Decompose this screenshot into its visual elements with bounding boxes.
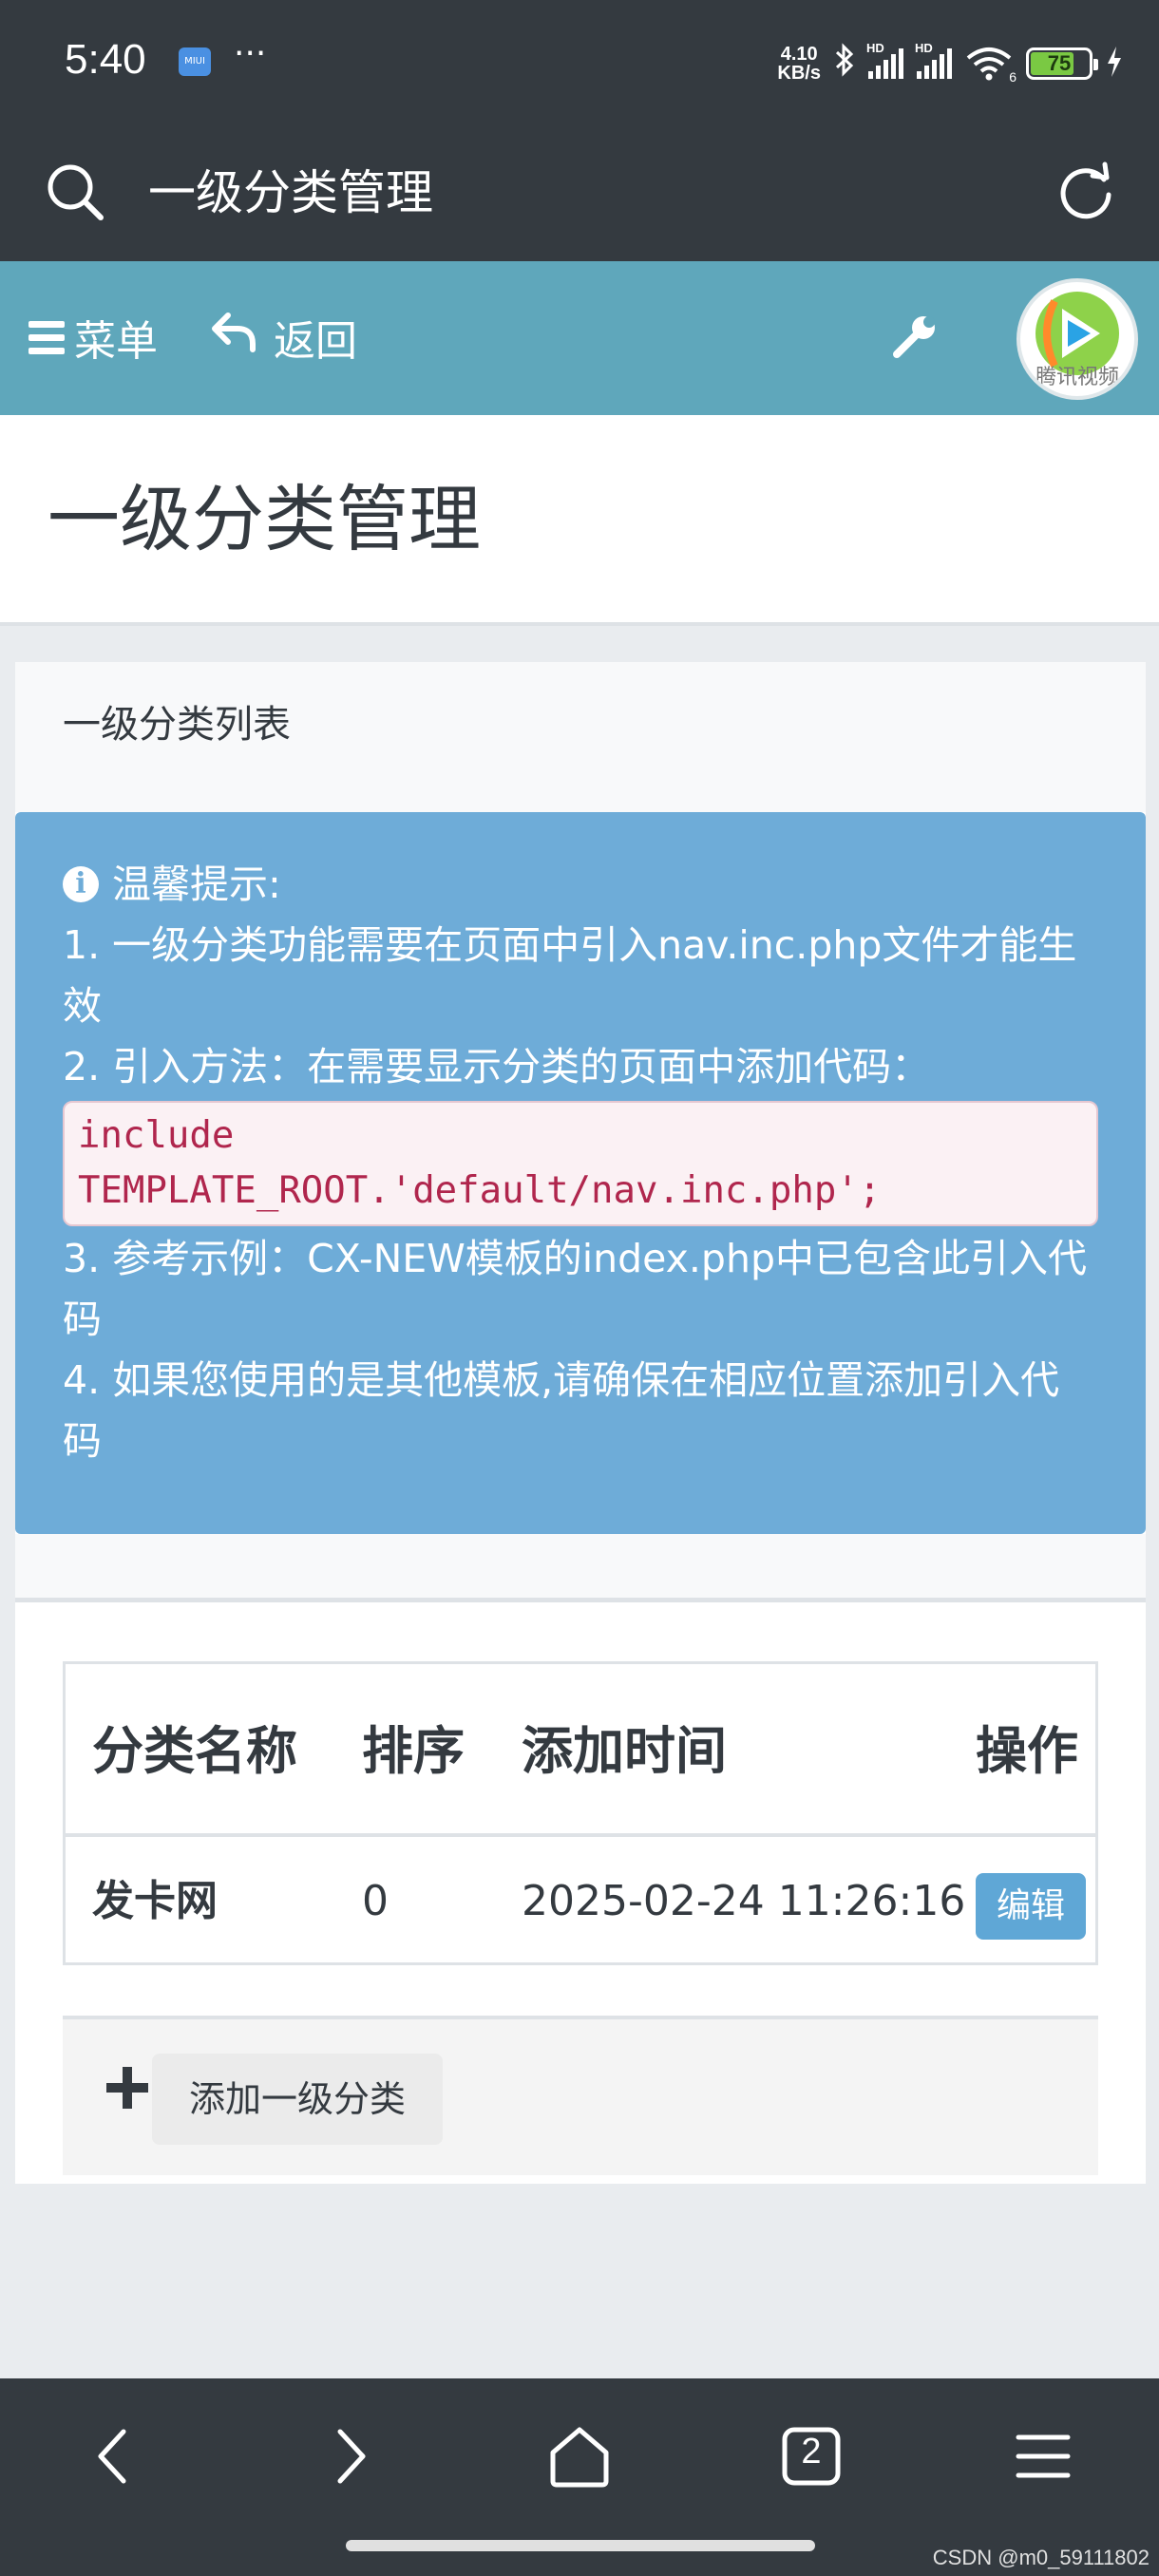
- tabs-icon[interactable]: 2: [775, 2420, 847, 2492]
- search-icon[interactable]: [44, 161, 106, 223]
- cell-add-time: 2025-02-24 11:26:16: [522, 1877, 966, 1925]
- page-header: 一级分类管理: [0, 415, 1159, 626]
- plus-icon: [106, 2067, 148, 2109]
- tip-line-3: 3. 参考示例：CX-NEW模板的index.php中已包含此引入代码: [63, 1236, 1087, 1342]
- reload-icon[interactable]: [1054, 161, 1117, 223]
- back-button[interactable]: 返回: [211, 307, 357, 368]
- info-icon: i: [63, 866, 99, 902]
- cell-sort: 0: [362, 1877, 389, 1925]
- more-notifications-icon: ···: [234, 34, 267, 73]
- charging-icon: [1106, 46, 1123, 83]
- column-header-action: 操作: [976, 1721, 1078, 1781]
- battery-icon: 75: [1026, 47, 1098, 80]
- bluetooth-icon: [834, 43, 855, 85]
- home-icon[interactable]: [543, 2420, 616, 2492]
- table-row: 发卡网 0 2025-02-24 11:26:16 编辑: [66, 1841, 1095, 1962]
- chevron-left-icon[interactable]: [80, 2420, 152, 2492]
- tab-count: 2: [801, 2432, 822, 2472]
- cell-category-name: 发卡网: [92, 1877, 218, 1925]
- battery-percentage: 75: [1047, 51, 1072, 75]
- reply-arrow-icon: [211, 312, 256, 364]
- browser-address-bar: 一级分类管理: [0, 128, 1159, 261]
- back-label: 返回: [274, 317, 357, 366]
- watermark: CSDN @m0_59111802: [932, 2546, 1150, 2569]
- column-header-name: 分类名称: [92, 1721, 297, 1781]
- column-header-sort: 排序: [362, 1721, 465, 1781]
- miui-notification-icon: MIUI: [179, 47, 211, 76]
- menu-icon[interactable]: [1007, 2420, 1079, 2492]
- tip-title: 温馨提示:: [112, 862, 281, 907]
- table-header: 分类名称 排序 添加时间 操作: [66, 1664, 1095, 1837]
- card-footer: 添加一级分类: [63, 2016, 1098, 2175]
- avatar[interactable]: 腾讯视频: [1016, 278, 1138, 400]
- status-time: 5:40: [65, 36, 146, 83]
- signal-sim1-icon: HD: [866, 41, 903, 79]
- category-table: 分类名称 排序 添加时间 操作 发卡网 0 2025-02-24 11:26:1…: [63, 1661, 1098, 1965]
- page-title: 一级分类管理: [48, 477, 481, 561]
- network-speed: 4.10 KB/s: [777, 44, 821, 84]
- column-header-time: 添加时间: [522, 1721, 727, 1781]
- browser-bottom-toolbar: 2 CSDN @m0_59111802: [0, 2378, 1159, 2576]
- chevron-right-icon[interactable]: [312, 2420, 384, 2492]
- menu-button[interactable]: 菜单: [28, 307, 158, 368]
- status-bar: 5:40 MIUI ··· 4.10 KB/s HD HD 6 75: [0, 0, 1159, 128]
- status-indicators: 4.10 KB/s HD HD 6 75: [777, 40, 1123, 87]
- tip-line-2: 2. 引入方法：在需要显示分类的页面中添加代码：: [63, 1044, 931, 1089]
- wrench-icon[interactable]: [891, 311, 940, 360]
- category-card: 一级分类列表 i 温馨提示: 1. 一级分类功能需要在页面中引入nav.inc.…: [15, 662, 1146, 2184]
- add-category-button[interactable]: 添加一级分类: [152, 2054, 443, 2145]
- edit-button[interactable]: 编辑: [976, 1873, 1086, 1940]
- code-snippet: include TEMPLATE_ROOT.'default/nav.inc.p…: [63, 1101, 1098, 1226]
- hamburger-icon: [28, 320, 65, 354]
- tip-alert: i 温馨提示: 1. 一级分类功能需要在页面中引入nav.inc.php文件才能…: [15, 812, 1146, 1534]
- browser-page-title[interactable]: 一级分类管理: [148, 159, 433, 227]
- tip-line-1: 1. 一级分类功能需要在页面中引入nav.inc.php文件才能生效: [63, 922, 1077, 1029]
- card-title: 一级分类列表: [63, 703, 291, 747]
- menu-label: 菜单: [74, 317, 158, 366]
- signal-sim2-icon: HD: [915, 41, 952, 79]
- card-header: 一级分类列表: [15, 662, 1146, 812]
- tip-line-4: 4. 如果您使用的是其他模板,请确保在相应位置添加引入代码: [63, 1357, 1060, 1464]
- home-indicator[interactable]: [346, 2540, 815, 2551]
- tip-spacer: [15, 1534, 1146, 1602]
- wifi-icon: 6: [965, 47, 1016, 85]
- app-navbar: 菜单 返回 腾讯视频: [0, 261, 1159, 415]
